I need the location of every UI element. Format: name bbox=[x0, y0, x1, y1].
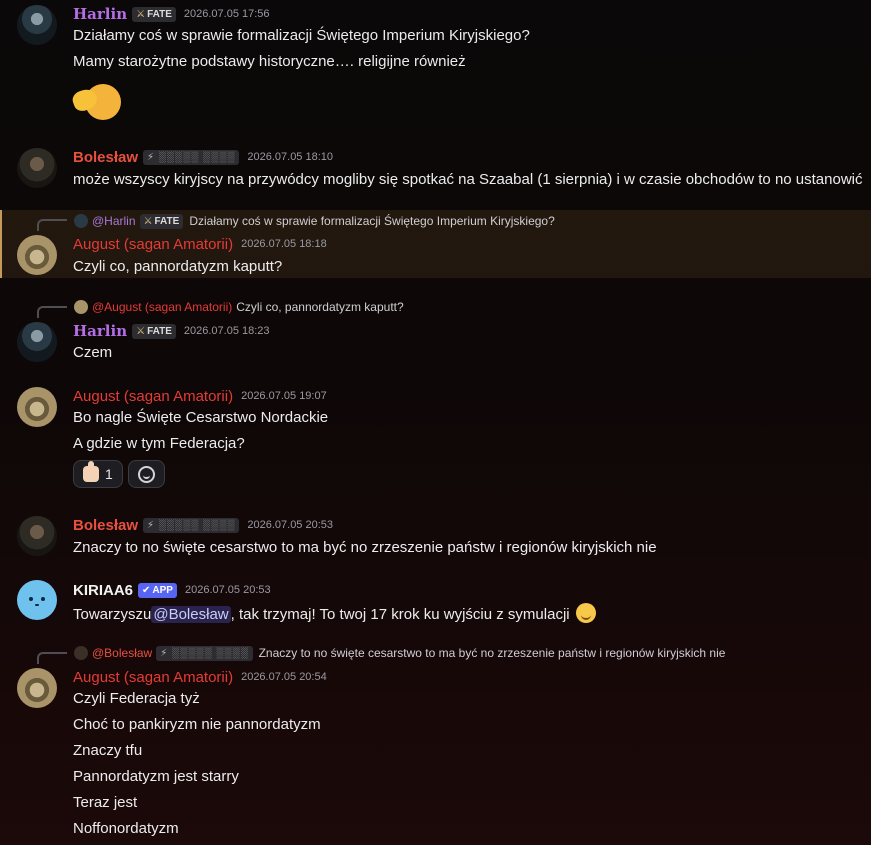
message-boleslaw-1: Bolesław ⚡ ░░░░░ ░░░░ 2026.07.05 18:10 m… bbox=[0, 140, 871, 204]
check-icon: ✔ bbox=[142, 584, 151, 596]
message-text: Noffonordatyzm bbox=[73, 820, 179, 837]
badge-label: FATE bbox=[147, 8, 172, 20]
avatar[interactable] bbox=[17, 322, 57, 362]
message-august-reply-2: @Bolesław ⚡ ░░░░░ ░░░░ Znaczy to no świę… bbox=[0, 642, 871, 845]
role-badge: ⚡ ░░░░░ ░░░░ bbox=[156, 645, 253, 661]
avatar[interactable] bbox=[17, 5, 57, 45]
message-harlin-1: Harlin ⚔ FATE 2026.07.05 17:56 Działamy c… bbox=[0, 0, 871, 140]
text-segment: Towarzyszu bbox=[73, 606, 152, 623]
message-text: A gdzie w tym Federacja? bbox=[73, 435, 245, 452]
role-badge[interactable]: ⚡ ░░░░░ ░░░░ bbox=[143, 149, 240, 165]
message-boleslaw-2: Bolesław ⚡ ░░░░░ ░░░░ 2026.07.05 20:53 Z… bbox=[0, 508, 871, 568]
reply-text: Czyli co, pannordatyzm kaputt? bbox=[236, 300, 404, 314]
message-kiriaa: KIRIAA6 ✔ APP 2026.07.05 20:53 Towarzyszu… bbox=[0, 576, 871, 636]
reply-preview[interactable]: @Harlin ⚔ FATE Działamy coś w sprawie for… bbox=[74, 213, 555, 229]
avatar[interactable] bbox=[17, 668, 57, 708]
author-name[interactable]: Harlin bbox=[73, 5, 127, 23]
avatar[interactable] bbox=[17, 580, 57, 620]
message-august-2: August (sagan Amatorii) 2026.07.05 19:07… bbox=[0, 380, 871, 490]
role-badge: ⚔ FATE bbox=[139, 213, 184, 229]
timestamp: 2026.07.05 20:53 bbox=[247, 519, 334, 531]
message-text: Mamy starożytne podstawy historyczne…. r… bbox=[73, 53, 466, 70]
message-text: Znaczy tfu bbox=[73, 742, 143, 759]
sword-icon: ⚔ bbox=[143, 215, 153, 227]
author-name[interactable]: Bolesław bbox=[73, 517, 138, 534]
reaction-count: 1 bbox=[105, 466, 113, 482]
reply-author: @Harlin bbox=[92, 214, 136, 228]
avatar bbox=[74, 214, 88, 228]
reply-preview[interactable]: @August (sagan Amatorii) Czyli co, panno… bbox=[74, 299, 404, 315]
message-august-reply-1: @Harlin ⚔ FATE Działamy coś w sprawie for… bbox=[0, 210, 871, 278]
reply-connector bbox=[37, 306, 67, 318]
app-badge: ✔ APP bbox=[138, 582, 177, 598]
author-name[interactable]: August (sagan Amatorii) bbox=[73, 388, 233, 405]
reply-preview[interactable]: @Bolesław ⚡ ░░░░░ ░░░░ Znaczy to no świę… bbox=[74, 645, 725, 661]
avatar bbox=[74, 646, 88, 660]
timestamp: 2026.07.05 17:56 bbox=[183, 8, 270, 20]
add-reaction-button[interactable] bbox=[127, 460, 165, 488]
thumbs-up-icon bbox=[83, 461, 99, 482]
timestamp: 2026.07.05 18:23 bbox=[183, 325, 270, 337]
author-name[interactable]: Harlin bbox=[73, 322, 127, 340]
message-text: Choć to pankiryzm nie pannordatyzm bbox=[73, 716, 321, 733]
role-badge[interactable]: ⚔ FATE bbox=[132, 6, 176, 22]
add-reaction-icon bbox=[137, 465, 155, 483]
message-harlin-reply: @August (sagan Amatorii) Czyli co, panno… bbox=[0, 296, 871, 366]
message-text: Teraz jest bbox=[73, 794, 138, 811]
avatar[interactable] bbox=[17, 148, 57, 188]
message-text: Działamy coś w sprawie formalizacji Świę… bbox=[73, 27, 530, 44]
text-segment: , tak trzymaj! To twoj 17 krok ku wyjści… bbox=[230, 606, 570, 623]
reply-connector bbox=[37, 219, 67, 231]
avatar[interactable] bbox=[17, 387, 57, 427]
message-text: Pannordatyzm jest starry bbox=[73, 768, 239, 785]
timestamp: 2026.07.05 19:07 bbox=[241, 390, 327, 402]
message-text: Czyli co, pannordatyzm kaputt? bbox=[73, 258, 283, 275]
avatar bbox=[74, 300, 88, 314]
badge-label: APP bbox=[152, 584, 173, 596]
author-name[interactable]: August (sagan Amatorii) bbox=[73, 669, 233, 686]
user-mention[interactable]: @Bolesław bbox=[151, 606, 231, 623]
timestamp: 2026.07.05 20:53 bbox=[184, 584, 271, 596]
timestamp: 2026.07.05 20:54 bbox=[241, 671, 327, 683]
author-name[interactable]: August (sagan Amatorii) bbox=[73, 236, 233, 253]
sword-icon: ⚔ bbox=[136, 325, 146, 337]
timestamp: 2026.07.05 18:18 bbox=[241, 238, 327, 250]
bot-face-icon bbox=[17, 580, 57, 620]
reply-author: @August (sagan Amatorii) bbox=[92, 300, 233, 314]
author-name[interactable]: KIRIAA6 bbox=[73, 582, 133, 599]
message-text: może wszyscy kiryjscy na przywódcy mogli… bbox=[73, 171, 863, 188]
badge-label: FATE bbox=[154, 215, 180, 227]
role-badge[interactable]: ⚡ ░░░░░ ░░░░ bbox=[143, 517, 240, 533]
author-name[interactable]: Bolesław bbox=[73, 149, 138, 166]
message-text: Znaczy to no święte cesarstwo to ma być … bbox=[73, 539, 657, 556]
reaction-thumbs-up[interactable]: 1 bbox=[73, 460, 123, 488]
reactions-bar: 1 bbox=[73, 460, 165, 488]
reply-text: Działamy coś w sprawie formalizacji Świę… bbox=[189, 214, 555, 228]
thumbs-up-face-emoji[interactable] bbox=[70, 82, 125, 126]
reply-author: @Bolesław bbox=[92, 646, 153, 660]
avatar[interactable] bbox=[17, 516, 57, 556]
relieved-face-emoji[interactable] bbox=[575, 603, 596, 623]
message-text: Bo nagle Święte Cesarstwo Nordackie bbox=[73, 409, 329, 426]
role-badge[interactable]: ⚔ FATE bbox=[132, 323, 176, 339]
badge-label: FATE bbox=[147, 325, 172, 337]
reply-connector bbox=[37, 652, 67, 664]
message-text: Towarzyszu @Bolesław, tak trzymaj! To two… bbox=[73, 603, 596, 623]
avatar[interactable] bbox=[17, 235, 57, 275]
timestamp: 2026.07.05 18:10 bbox=[247, 151, 334, 163]
message-text: Czem bbox=[73, 344, 113, 361]
reply-text: Znaczy to no święte cesarstwo to ma być … bbox=[258, 646, 726, 660]
sword-icon: ⚔ bbox=[136, 8, 146, 20]
message-text: Czyli Federacja tyż bbox=[73, 690, 200, 707]
